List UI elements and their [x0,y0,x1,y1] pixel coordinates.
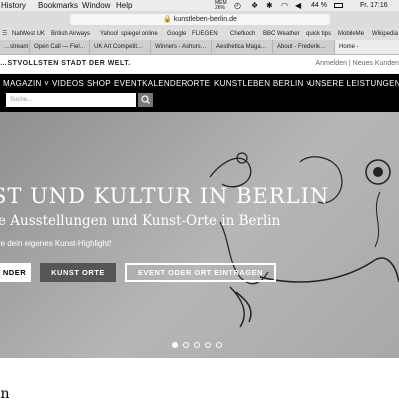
tab-aesthetica[interactable]: Aesthetica Maga… [211,40,272,54]
bookmark-bbc-weather[interactable]: BBC Weather [263,28,300,40]
bluetooth-icon[interactable]: ✱ [266,0,273,11]
slider-dot-2[interactable] [183,342,189,348]
section-heading-partial: in [0,386,10,402]
menu-clock[interactable]: Fr. 17:16 [360,0,388,11]
site-navbar: MAGAZIN ˅ VIDEOS SHOP EVENTKALENDER ORTE… [0,74,399,112]
hero-note: re dein eigenes Kunst-Highlight! [0,239,112,248]
nav-leistungen[interactable]: UNSERE LEISTUNGEN ˅ [309,79,399,88]
site-topbar: …STVOLLSTEN STADT DER WELT. Anmelden | N… [0,55,399,74]
memory-indicator: MEM 26% [215,0,227,11]
login-link[interactable]: Anmelden | Neues Kunden [315,55,399,73]
address-bar[interactable]: 🔒 kunstleben-berlin.de [70,14,330,25]
hero-drawing-image [209,152,399,328]
nav-magazin[interactable]: MAGAZIN ˅ [3,79,49,88]
nav-kunstleben[interactable]: KUNSTLEBEN BERLIN ˅ [214,79,311,88]
bookmark-mobileme[interactable]: MobileMe [338,28,364,40]
content-below-hero: in [0,358,399,402]
battery-percentage[interactable]: 44 % [311,0,327,11]
hero-button-kunst-orte[interactable]: KUNST ORTE [40,263,116,282]
hero-button-1[interactable]: NDER [0,263,31,282]
menu-window[interactable]: Window [82,0,110,11]
wifi-icon[interactable]: ◠ [281,0,288,11]
bookmark-yahoo[interactable]: Yahoo! [100,28,119,40]
slider-dot-1[interactable] [172,342,178,348]
tab-stream[interactable]: …stream [0,40,29,54]
dropbox-icon[interactable]: ❖ [251,0,258,11]
hero-subtitle: e Ausstellungen und Kunst-Orte in Berlin [0,213,281,229]
volume-icon[interactable]: ◀ [295,0,301,11]
bookmark-chefkoch[interactable]: Chefkoch [230,28,255,40]
tab-uk-art[interactable]: UK Art Competit… [89,40,150,54]
search-icon [141,95,150,104]
time-machine-icon[interactable]: ◴ [234,0,241,11]
hero-slider: ST UND KULTUR IN BERLIN e Ausstellungen … [0,112,399,358]
address-text: kunstleben-berlin.de [173,16,237,23]
bookmarks-bar: ☰ NatWest UK British Airways Yahoo! spie… [0,28,399,40]
menu-bookmarks[interactable]: Bookmarks [38,0,78,11]
bookmark-natwest[interactable]: NatWest UK [12,28,45,40]
nav-eventkalender[interactable]: EVENTKALENDER [114,79,188,88]
search-input[interactable]: Suche... [6,93,136,107]
hero-button-event-eintragen[interactable]: EVENT ODER ORT EINTRAGEN [125,263,276,282]
tab-bar: …stream Open Call — Fiel… UK Art Competi… [0,40,399,55]
bookmark-spiegel[interactable]: spiegel online [121,28,158,40]
bookmark-wikipedia[interactable]: Wikipedia [372,28,398,40]
slider-dot-5[interactable] [216,342,222,348]
bookmark-british-airways[interactable]: British Airways [51,28,90,40]
slider-dot-3[interactable] [194,342,200,348]
slider-dot-4[interactable] [205,342,211,348]
lock-icon: 🔒 [163,16,172,23]
tab-home[interactable]: Home - [334,40,399,54]
menu-help[interactable]: Help [116,0,132,11]
battery-icon[interactable] [334,3,343,8]
bookmark-google[interactable]: Google [167,28,186,40]
bookmark-fliegen[interactable]: FLIEGEN [192,28,218,40]
nav-videos[interactable]: VIDEOS [52,79,84,88]
tab-open-call[interactable]: Open Call — Fiel… [29,40,89,54]
nav-shop[interactable]: SHOP [87,79,111,88]
site-tagline: …STVOLLSTEN STADT DER WELT. [0,60,131,67]
menu-history[interactable]: History [1,0,26,11]
nav-orte[interactable]: ORTE [187,79,210,88]
tab-winners[interactable]: Winners - Ashurs… [150,40,211,54]
search-button[interactable] [138,93,153,107]
sidebar-toggle-icon[interactable]: ☰ [2,28,7,40]
hero-title: ST UND KULTUR IN BERLIN [0,184,330,208]
bookmark-quick-tips[interactable]: quick tips [306,28,331,40]
tab-about[interactable]: About - Frederik… [272,40,334,54]
mac-menubar: History Bookmarks Window Help MEM 26% ◴ … [0,0,399,11]
browser-toolbar: 🔒 kunstleben-berlin.de [0,11,399,28]
